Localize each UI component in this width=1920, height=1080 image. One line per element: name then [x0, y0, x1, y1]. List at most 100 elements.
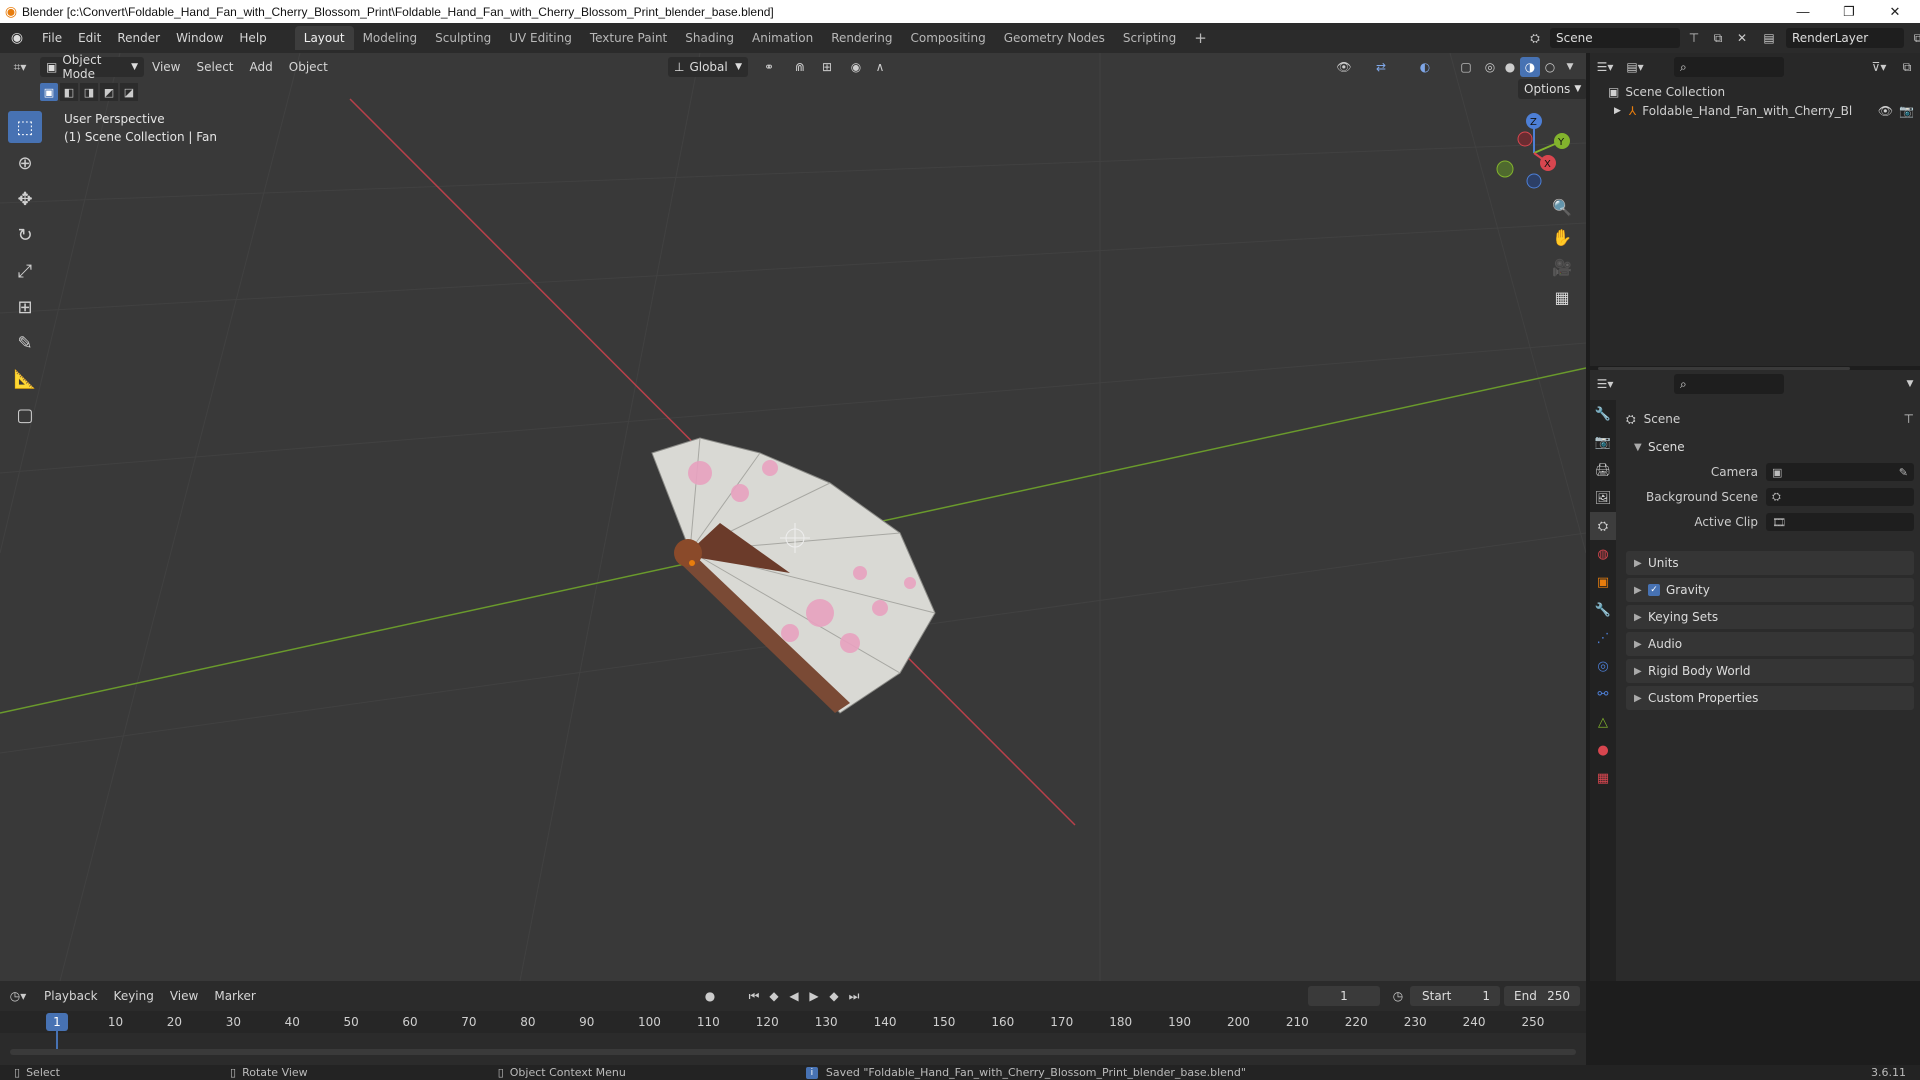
tab-animation[interactable]: Animation [743, 26, 822, 50]
viewport-menu-object[interactable]: Object [281, 60, 336, 74]
measure-tool-icon[interactable]: 📐 [8, 363, 42, 395]
fan-object[interactable] [651, 437, 936, 714]
tab-texture-paint[interactable]: Texture Paint [581, 26, 676, 50]
transform-orientation-selector[interactable]: ⊥ Global ▼ [668, 57, 748, 77]
select-invert-icon[interactable]: ◩ [100, 83, 118, 101]
background-scene-field[interactable]: ⛭ [1766, 488, 1914, 506]
timeline-menu-view[interactable]: View [162, 989, 206, 1003]
tab-layout[interactable]: Layout [294, 26, 354, 50]
view-layer-tab-icon[interactable]: 🖼 [1590, 484, 1616, 512]
navigation-gizmo[interactable]: Z Y X [1490, 111, 1570, 191]
world-tab-icon[interactable]: ◍ [1590, 540, 1616, 568]
material-shading-icon[interactable]: ◑ [1520, 57, 1540, 77]
output-tab-icon[interactable]: 🖨 [1590, 456, 1616, 484]
jump-end-icon[interactable]: ⏭ [844, 989, 864, 1004]
expand-arrow-icon[interactable]: ▶ [1614, 106, 1621, 116]
tab-rendering[interactable]: Rendering [822, 26, 901, 50]
new-collection-icon[interactable]: ⧉ [1894, 60, 1920, 75]
viewport-menu-add[interactable]: Add [242, 60, 281, 74]
tool-tab-icon[interactable]: 🔧 [1590, 400, 1616, 428]
visibility-icon[interactable]: 👁 [1330, 57, 1358, 77]
snap-icon[interactable]: ⋒ [788, 57, 812, 77]
tab-uv-editing[interactable]: UV Editing [500, 26, 581, 50]
start-frame-field[interactable]: Start 1 [1410, 986, 1500, 1006]
rendered-shading-icon[interactable]: ○ [1540, 57, 1560, 77]
menu-window[interactable]: Window [168, 31, 231, 45]
texture-tab-icon[interactable]: ▦ [1590, 764, 1616, 792]
pin-icon[interactable]: ⊤ [1684, 31, 1704, 45]
filter-icon[interactable]: ⊽▾ [1864, 60, 1894, 74]
material-tab-icon[interactable]: ● [1590, 736, 1616, 764]
options-dropdown[interactable]: Options ▼ [1518, 79, 1586, 99]
scene-selector[interactable]: Scene [1550, 28, 1680, 48]
end-frame-field[interactable]: End 250 [1504, 986, 1580, 1006]
preview-range-icon[interactable]: ◷ [1388, 989, 1408, 1003]
properties-search-input[interactable]: ⌕ [1674, 374, 1784, 394]
render-tab-icon[interactable]: 📷 [1590, 428, 1616, 456]
new-view-layer-icon[interactable]: ⧉ [1908, 31, 1920, 46]
scene-tab-icon[interactable]: ⛭ [1590, 512, 1616, 540]
annotate-tool-icon[interactable]: ✎ [8, 327, 42, 359]
pin-icon[interactable]: ⊤ [1904, 412, 1914, 426]
outliner-row-scene-collection[interactable]: ▣ Scene Collection [1608, 83, 1725, 101]
solid-shading-icon[interactable]: ● [1500, 57, 1520, 77]
select-extend-icon[interactable]: ◧ [60, 83, 78, 101]
add-cube-tool-icon[interactable]: ▢ [8, 399, 42, 431]
view-layer-selector[interactable]: RenderLayer [1786, 28, 1904, 48]
gizmo-toggle-icon[interactable]: ⇄ [1366, 57, 1396, 77]
section-custom-properties[interactable]: ▶ Custom Properties [1626, 686, 1914, 710]
play-icon[interactable]: ▶ [804, 989, 824, 1003]
falloff-icon[interactable]: ∧ [868, 57, 892, 77]
timeline-menu-keying[interactable]: Keying [106, 989, 162, 1003]
physics-tab-icon[interactable]: ◎ [1590, 652, 1616, 680]
active-clip-field[interactable]: 🎞 [1766, 513, 1914, 531]
jump-prev-key-icon[interactable]: ◆ [764, 989, 784, 1003]
menu-help[interactable]: Help [231, 31, 274, 45]
rotate-tool-icon[interactable]: ↻ [8, 219, 42, 251]
zoom-icon[interactable]: 🔍 [1548, 193, 1576, 221]
select-new-icon[interactable]: ▣ [40, 83, 58, 101]
blender-menu-icon[interactable]: ◉ [0, 30, 34, 46]
section-keying-sets[interactable]: ▶ Keying Sets [1626, 605, 1914, 629]
editor-type-icon[interactable]: ⌗▾ [0, 60, 40, 75]
tab-compositing[interactable]: Compositing [901, 26, 994, 50]
delete-scene-icon[interactable]: ✕ [1732, 31, 1752, 45]
camera-render-icon[interactable]: 📷 [1899, 104, 1914, 118]
play-reverse-icon[interactable]: ◀ [784, 989, 804, 1003]
outliner-search-input[interactable]: ⌕ [1674, 57, 1784, 77]
eyedropper-icon[interactable]: ✎ [1899, 466, 1908, 479]
add-workspace-icon[interactable]: + [1185, 24, 1216, 52]
viewport-menu-select[interactable]: Select [188, 60, 241, 74]
proportional-edit-icon[interactable]: ◉ [846, 57, 866, 77]
snap-target-icon[interactable]: ⊞ [814, 57, 840, 77]
transform-tool-icon[interactable]: ⊞ [8, 291, 42, 323]
select-box-tool-icon[interactable]: ⬚ [8, 111, 42, 143]
timeline-menu-marker[interactable]: Marker [206, 989, 263, 1003]
section-gravity[interactable]: ▶ ✓ Gravity [1626, 578, 1914, 602]
tab-shading[interactable]: Shading [676, 26, 743, 50]
tab-modeling[interactable]: Modeling [354, 26, 427, 50]
section-audio[interactable]: ▶ Audio [1626, 632, 1914, 656]
menu-file[interactable]: File [34, 31, 70, 45]
cursor-tool-icon[interactable]: ⊕ [8, 147, 42, 179]
display-mode-icon[interactable]: ▤▾ [1620, 60, 1650, 74]
xray-icon[interactable]: ▢ [1456, 57, 1476, 77]
playhead[interactable]: 1 [46, 1013, 68, 1031]
particles-tab-icon[interactable]: ⋰ [1590, 624, 1616, 652]
outliner-editor-type-icon[interactable]: ☰▾ [1590, 60, 1620, 74]
move-tool-icon[interactable]: ✥ [8, 183, 42, 215]
constraints-tab-icon[interactable]: ⚯ [1590, 680, 1616, 708]
jump-start-icon[interactable]: ⏮ [744, 989, 764, 1004]
modifier-tab-icon[interactable]: 🔧 [1590, 596, 1616, 624]
select-intersect-icon[interactable]: ◪ [120, 83, 138, 101]
pan-hand-icon[interactable]: ✋ [1548, 223, 1576, 251]
object-tab-icon[interactable]: ▣ [1590, 568, 1616, 596]
3d-viewport[interactable]: ⌗▾ ▣ Object Mode ▼ View Select Add Objec… [0, 53, 1586, 981]
close-button[interactable]: ✕ [1872, 0, 1918, 23]
maximize-button[interactable]: ❐ [1826, 0, 1872, 23]
mode-selector[interactable]: ▣ Object Mode ▼ [40, 53, 144, 81]
properties-editor-type-icon[interactable]: ☰▾ [1590, 377, 1620, 391]
view-layer-browse-icon[interactable]: ▤ [1756, 31, 1782, 45]
data-tab-icon[interactable]: △ [1590, 708, 1616, 736]
menu-edit[interactable]: Edit [70, 31, 109, 45]
